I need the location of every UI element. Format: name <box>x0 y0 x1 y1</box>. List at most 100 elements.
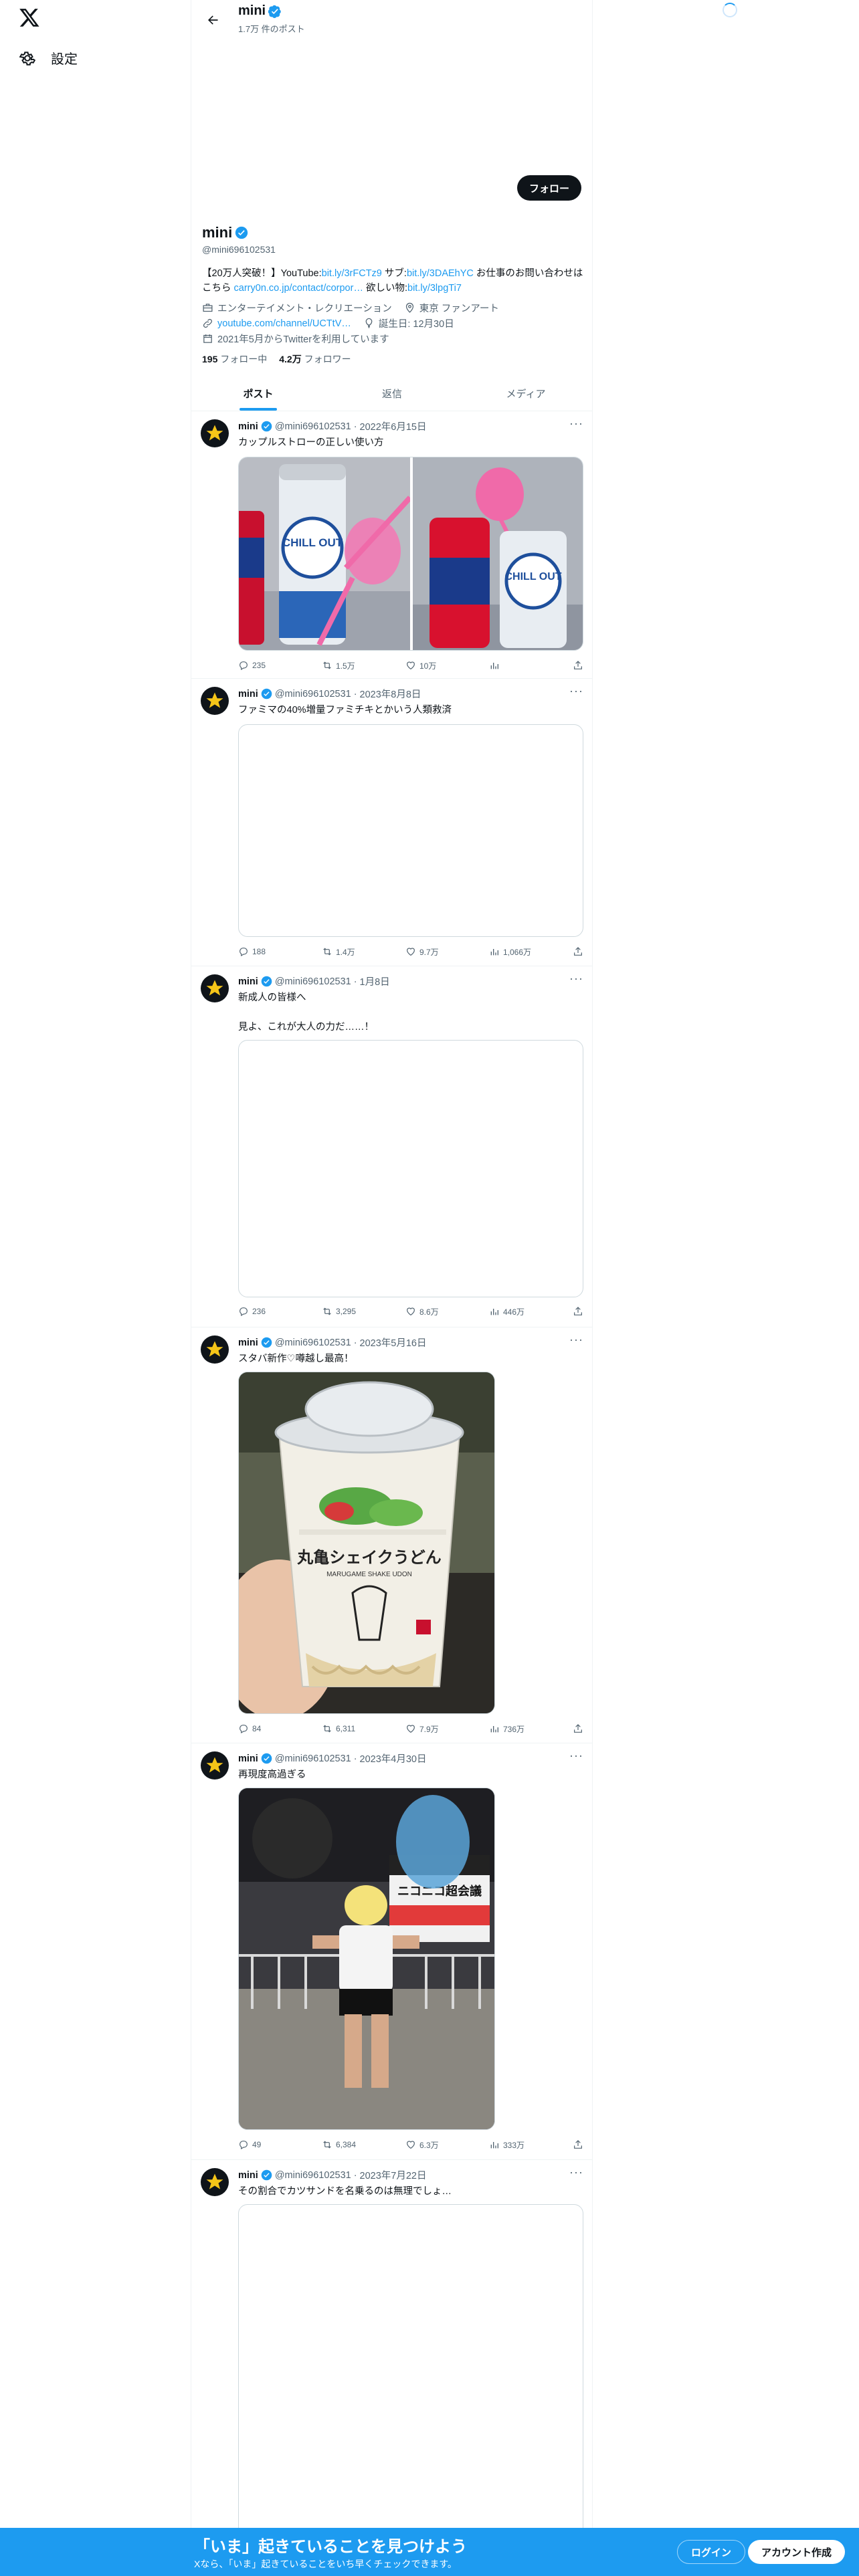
x-logo-icon[interactable] <box>19 7 40 28</box>
tweet[interactable]: mini @mini696102531 · 2023年4月30日 ··· 再現度高過ぎ… <box>191 1743 593 2160</box>
tweet-date[interactable]: 1月8日 <box>360 974 390 988</box>
retweet-button[interactable]: 6,311 <box>322 1722 375 1735</box>
like-count: 8.6万 <box>419 1307 439 1317</box>
tweet-actions: 49 6,384 6.3万 333万 <box>238 2138 583 2151</box>
retweet-button[interactable]: 1.4万 <box>322 945 375 958</box>
retweet-count: 1.5万 <box>336 661 355 671</box>
more-options-icon[interactable]: ··· <box>569 1749 583 1763</box>
tweet[interactable]: mini @mini696102531 · 2022年6月15日 ··· カップルスト… <box>191 411 593 679</box>
tweet-author-name[interactable]: mini <box>238 421 258 432</box>
like-button[interactable]: 9.7万 <box>405 945 459 958</box>
reply-button[interactable]: 236 <box>238 1305 292 1318</box>
following-link[interactable]: 195 フォロー中 <box>202 352 267 366</box>
views-button[interactable] <box>489 659 543 672</box>
tweet-media[interactable]: 丸亀シェイクうどん MARUGAME SHAKE UDON <box>238 1372 495 1714</box>
like-button[interactable]: 7.9万 <box>405 1722 459 1735</box>
tweet-actions: 84 6,311 7.9万 736万 <box>238 1722 583 1735</box>
tweet[interactable]: mini @mini696102531 · 2023年7月22日 ··· その割合でカ… <box>191 2160 593 2539</box>
tab-media[interactable]: メディア <box>459 376 593 411</box>
views-button[interactable]: 736万 <box>489 1722 543 1735</box>
retweet-button[interactable]: 1.5万 <box>322 659 375 672</box>
tweet-media[interactable]: ニコニコ超会議 <box>238 1788 495 2130</box>
reply-icon <box>240 1307 248 1317</box>
reply-button[interactable]: 188 <box>238 945 292 958</box>
tweet-handle[interactable]: @mini696102531 <box>275 689 351 700</box>
tweet-date[interactable]: 2023年7月22日 <box>360 2168 427 2182</box>
tweet-handle[interactable]: @mini696102531 <box>275 421 351 432</box>
verified-badge-icon <box>261 2169 272 2181</box>
avatar[interactable] <box>201 974 229 1002</box>
tweet-date[interactable]: 2023年4月30日 <box>360 1751 427 1765</box>
followers-count: 4.2万 <box>279 354 302 364</box>
reply-button[interactable]: 235 <box>238 659 292 672</box>
tweet-date[interactable]: 2023年5月16日 <box>360 1335 427 1350</box>
follow-button[interactable]: フォロー <box>516 175 581 201</box>
share-button[interactable] <box>573 1722 583 1735</box>
tweet-handle[interactable]: @mini696102531 <box>275 976 351 987</box>
share-button[interactable] <box>573 2138 583 2151</box>
reply-button[interactable]: 49 <box>238 2138 292 2151</box>
reply-button[interactable]: 84 <box>238 1722 292 1735</box>
bio-link-wishlist[interactable]: bit.ly/3lpgTi7 <box>407 283 462 294</box>
retweet-button[interactable]: 6,384 <box>322 2138 375 2151</box>
tweet-date[interactable]: 2023年8月8日 <box>360 687 421 701</box>
avatar[interactable] <box>201 2168 229 2196</box>
avatar[interactable] <box>201 1751 229 1780</box>
avatar[interactable] <box>201 687 229 715</box>
tweet[interactable]: mini @mini696102531 · 1月8日 ··· 新成人の皆様へ 見よ、こ… <box>191 966 593 1327</box>
avatar[interactable] <box>201 1335 229 1364</box>
verified-badge-icon <box>261 976 272 987</box>
nav-settings-link[interactable]: 設定 <box>19 48 78 68</box>
bio-link-youtube[interactable]: bit.ly/3rFCTz9 <box>322 268 382 279</box>
tweet-handle[interactable]: @mini696102531 <box>275 1337 351 1348</box>
tweet-author-name[interactable]: mini <box>238 976 258 987</box>
profile-topbar: mini 1.7万 件のポスト <box>191 0 593 36</box>
retweet-icon <box>323 1725 331 1733</box>
profile-tabs: ポスト 返信 メディア <box>191 376 593 411</box>
more-options-icon[interactable]: ··· <box>569 2165 583 2179</box>
tweet-separator: · <box>353 1753 357 1764</box>
views-button[interactable]: 333万 <box>489 2138 543 2151</box>
tweet-header: mini @mini696102531 · 2023年8月8日 <box>238 687 421 701</box>
tweet-text: 新成人の皆様へ 見よ、これが大人の力だ……！ <box>238 992 374 1033</box>
tweet-handle[interactable]: @mini696102531 <box>275 2170 351 2181</box>
share-button[interactable] <box>573 945 583 958</box>
more-options-icon[interactable]: ··· <box>569 417 583 431</box>
like-button[interactable]: 6.3万 <box>405 2138 459 2151</box>
create-account-button[interactable]: アカウント作成 <box>748 2540 846 2564</box>
tab-replies[interactable]: 返信 <box>325 376 459 411</box>
tweet-author-name[interactable]: mini <box>238 2170 258 2181</box>
profile-website-link[interactable]: youtube.com/channel/UCTtV… <box>217 318 351 329</box>
views-button[interactable]: 446万 <box>489 1305 543 1318</box>
tweet-handle[interactable]: @mini696102531 <box>275 1753 351 1764</box>
share-button[interactable] <box>573 1305 583 1318</box>
views-button[interactable]: 1,066万 <box>489 945 543 958</box>
tweet[interactable]: mini @mini696102531 · 2023年8月8日 ··· ファミマの40… <box>191 679 593 966</box>
more-options-icon[interactable]: ··· <box>569 1333 583 1347</box>
tweet-media-placeholder[interactable] <box>238 1040 583 1297</box>
tweet-media-placeholder[interactable] <box>238 724 583 937</box>
tweet-author-name[interactable]: mini <box>238 1753 258 1764</box>
tweet-author-name[interactable]: mini <box>238 1337 258 1348</box>
like-button[interactable]: 8.6万 <box>405 1305 459 1318</box>
retweet-button[interactable]: 3,295 <box>322 1305 375 1318</box>
tweet-date[interactable]: 2022年6月15日 <box>360 419 427 433</box>
share-button[interactable] <box>573 659 583 672</box>
tweet-media-placeholder[interactable] <box>238 2204 583 2539</box>
more-options-icon[interactable]: ··· <box>569 684 583 698</box>
following-label: フォロー中 <box>220 354 268 364</box>
tweet-media[interactable]: CHILL OUT CHILL OUT <box>238 457 583 651</box>
login-button[interactable]: ログイン <box>677 2540 746 2564</box>
tweet-author-name[interactable]: mini <box>238 689 258 700</box>
like-button[interactable]: 10万 <box>405 659 459 672</box>
avatar[interactable] <box>201 419 229 447</box>
profile-handle: @mini696102531 <box>202 244 276 255</box>
followers-link[interactable]: 4.2万 フォロワー <box>279 352 351 366</box>
bio-link-contact[interactable]: carry0n.co.jp/contact/corpor… <box>234 283 363 294</box>
tab-posts[interactable]: ポスト <box>191 376 325 411</box>
back-button[interactable] <box>201 8 225 32</box>
more-options-icon[interactable]: ··· <box>569 972 583 986</box>
bio-link-sub[interactable]: bit.ly/3DAEhYC <box>407 268 474 279</box>
tweet[interactable]: mini @mini696102531 · 2023年5月16日 ··· スタバ新作♡… <box>191 1327 593 1743</box>
bio-text: サブ: <box>381 268 407 279</box>
